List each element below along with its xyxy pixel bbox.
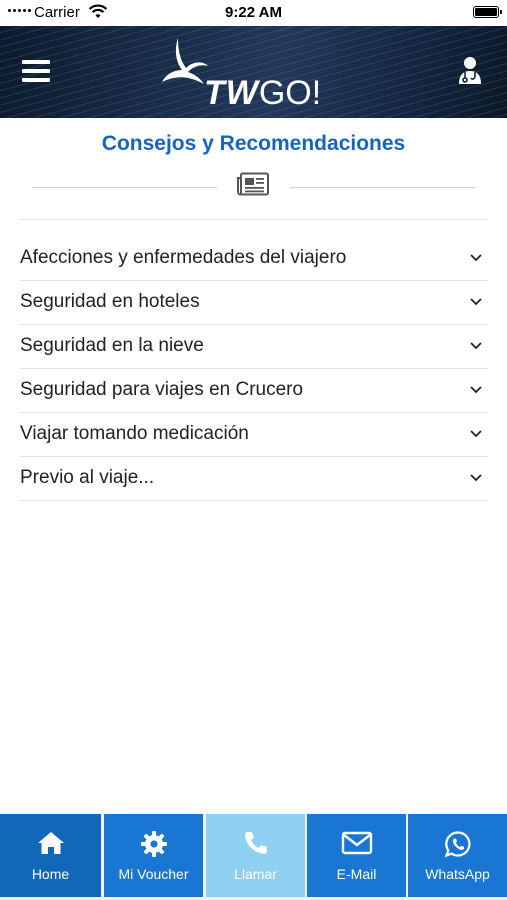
list-item[interactable]: Viajar tomando medicación xyxy=(20,413,488,457)
doctor-button[interactable] xyxy=(457,56,483,86)
clock: 9:22 AM xyxy=(225,4,282,21)
list-item[interactable]: Seguridad en hoteles xyxy=(20,281,488,325)
divider xyxy=(20,219,488,220)
divider xyxy=(32,187,217,188)
list-item-label: Seguridad para viajes en Crucero xyxy=(20,379,304,400)
whatsapp-icon xyxy=(408,830,507,860)
envelope-icon xyxy=(307,830,406,860)
list-item[interactable]: Previo al viaje... xyxy=(20,457,488,501)
bottom-tab-bar: Home Mi Voucher Llamar E-Mail WhatsApp xyxy=(0,814,507,900)
divider xyxy=(290,187,475,188)
tab-label: E-Mail xyxy=(336,866,377,882)
tab-label: Home xyxy=(31,866,70,882)
home-icon xyxy=(0,830,101,860)
status-bar: Carrier 9:22 AM xyxy=(0,0,507,26)
tab-mi-voucher[interactable]: Mi Voucher xyxy=(104,814,203,897)
chevron-down-icon xyxy=(470,430,482,438)
list-item[interactable]: Seguridad en la nieve xyxy=(20,325,488,369)
list-item[interactable]: Afecciones y enfermedades del viajero xyxy=(20,237,488,281)
list-item-label: Previo al viaje... xyxy=(20,467,155,488)
list-item-label: Viajar tomando medicación xyxy=(20,423,249,444)
newspaper-icon xyxy=(236,172,270,201)
chevron-down-icon xyxy=(470,474,482,482)
list-item-label: Seguridad en hoteles xyxy=(20,291,200,312)
menu-button[interactable] xyxy=(22,60,50,84)
hamburger-icon xyxy=(22,60,50,64)
logo: TWGO! xyxy=(160,36,350,112)
chevron-down-icon xyxy=(470,342,482,350)
chevron-down-icon xyxy=(470,254,482,262)
tab-label: Llamar xyxy=(234,866,277,882)
chevron-down-icon xyxy=(470,298,482,306)
list-item[interactable]: Seguridad para viajes en Crucero xyxy=(20,369,488,413)
list-item-label: Seguridad en la nieve xyxy=(20,335,204,356)
page-title: Consejos y Recomendaciones xyxy=(101,132,406,155)
app-header: TWGO! xyxy=(0,26,507,118)
tab-home[interactable]: Home xyxy=(0,814,101,897)
tab-whatsapp[interactable]: WhatsApp xyxy=(408,814,507,897)
tab-e-mail[interactable]: E-Mail xyxy=(307,814,406,897)
battery-icon xyxy=(473,6,502,18)
phone-icon xyxy=(206,830,305,860)
gear-icon xyxy=(104,830,203,860)
doctor-icon xyxy=(459,57,481,84)
tab-label: Mi Voucher xyxy=(118,866,189,882)
list-item-label: Afecciones y enfermedades del viajero xyxy=(20,247,347,268)
chevron-down-icon xyxy=(470,386,482,394)
recommendations-list: Afecciones y enfermedades del viajero Se… xyxy=(20,237,488,501)
tab-llamar[interactable]: Llamar xyxy=(206,814,305,897)
tab-label: WhatsApp xyxy=(425,866,490,882)
logo-text: TWGO! xyxy=(204,74,322,112)
